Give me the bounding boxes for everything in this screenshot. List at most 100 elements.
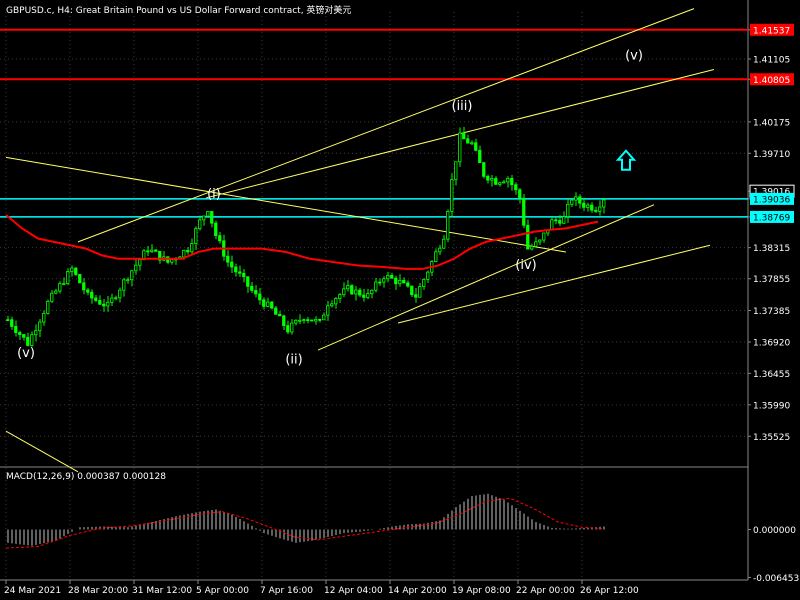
price-chart[interactable]: (v) (i) (ii) (iii) (iv) (v) 1.41537 1.41105 1.4… <box>0 0 800 600</box>
price-tick-label: 1.39710 <box>753 150 790 160</box>
candle-body <box>26 336 30 346</box>
candle-body <box>334 298 338 305</box>
candle-body <box>366 293 370 298</box>
time-tick-label: 7 Apr 16:00 <box>260 586 313 596</box>
candle-body <box>90 291 94 299</box>
candle-body <box>238 271 242 274</box>
candle-body <box>458 132 462 163</box>
candle-body <box>470 142 474 145</box>
wave-label: (iv) <box>515 258 536 273</box>
candle-body <box>322 314 326 321</box>
candle-body <box>374 281 378 291</box>
candle-body <box>62 283 66 286</box>
candle-body <box>110 297 114 303</box>
wave-label: (iii) <box>452 99 473 114</box>
time-tick-label: 26 Apr 12:00 <box>580 586 639 596</box>
candle-body <box>462 132 466 140</box>
candle-body <box>402 279 406 284</box>
candle-body <box>530 246 534 250</box>
candle-body <box>206 211 210 217</box>
macd-tick-label: -0.006453 <box>753 574 799 584</box>
candle-body <box>514 184 518 191</box>
candle-body <box>306 319 310 322</box>
candle-body <box>378 281 382 284</box>
candle-body <box>258 293 262 301</box>
candle-body <box>202 215 206 221</box>
candle-body <box>578 196 582 204</box>
candle-body <box>42 312 46 323</box>
candle-body <box>574 196 578 201</box>
candle-body <box>302 319 306 322</box>
candle-body <box>282 315 286 327</box>
candle-body <box>78 274 82 284</box>
candle-body <box>418 286 422 298</box>
candle-body <box>218 235 222 242</box>
candle-body <box>254 290 258 295</box>
candle-body <box>354 289 358 295</box>
candle-body <box>22 334 26 338</box>
candle-body <box>198 219 202 230</box>
candle-body <box>330 303 334 307</box>
candle-body <box>86 289 90 293</box>
candle-body <box>474 142 478 151</box>
candle-body <box>210 211 214 224</box>
candle-body <box>214 222 218 237</box>
candle-body <box>478 149 482 164</box>
candle-body <box>10 319 14 327</box>
candle-body <box>554 219 558 222</box>
candle-body <box>122 279 126 291</box>
candle-body <box>526 224 530 250</box>
candle-body <box>182 249 186 258</box>
price-tick-label: 1.41537 <box>753 26 790 36</box>
candle-body <box>234 266 238 273</box>
price-tick-label: 1.35990 <box>753 401 790 411</box>
candle-body <box>66 271 70 285</box>
candle-body <box>58 283 62 292</box>
price-tick-label: 1.38315 <box>753 244 790 254</box>
candle-body <box>498 182 502 185</box>
time-tick-label: 12 Apr 04:00 <box>324 586 383 596</box>
time-tick-label: 19 Apr 08:00 <box>452 586 511 596</box>
candle-body <box>286 325 290 333</box>
candle-body <box>422 278 426 287</box>
candle-body <box>38 321 42 332</box>
time-tick-label: 5 Apr 00:00 <box>196 586 249 596</box>
candle-body <box>522 197 526 226</box>
candle-body <box>598 206 602 212</box>
candle-body <box>490 178 494 181</box>
candle-body <box>442 238 446 249</box>
candle-body <box>582 202 586 208</box>
candle-body <box>502 181 506 184</box>
candle-body <box>18 332 22 335</box>
candle-body <box>434 251 438 263</box>
candle-body <box>126 279 130 282</box>
candle-body <box>30 334 34 346</box>
candle-body <box>494 178 498 185</box>
candle-body <box>362 294 366 298</box>
time-tick-label: 14 Apr 20:00 <box>388 586 447 596</box>
macd-tick-label: 0.000000 <box>753 526 796 536</box>
candle-body <box>382 278 386 283</box>
candle-body <box>246 276 250 287</box>
candle-body <box>318 318 322 321</box>
candle-body <box>170 259 174 263</box>
candle-body <box>46 300 50 314</box>
candle-body <box>426 271 430 280</box>
candle-body <box>94 297 98 301</box>
candle-body <box>466 138 470 144</box>
candle-body <box>586 204 590 208</box>
candle-body <box>350 285 354 295</box>
price-tick-label: 1.40175 <box>753 118 790 128</box>
candle-body <box>510 177 514 186</box>
candle-body <box>6 319 10 322</box>
price-tick-label: 1.37855 <box>753 275 790 285</box>
candle-body <box>358 289 362 296</box>
wave-label: (v) <box>625 48 643 63</box>
time-tick-label: 31 Mar 12:00 <box>132 586 192 596</box>
candle-body <box>102 303 106 307</box>
candle-body <box>50 292 54 302</box>
candle-body <box>74 267 78 275</box>
time-tick-label: 22 Apr 00:00 <box>516 586 575 596</box>
price-tick-label: 1.35525 <box>753 433 790 443</box>
candle-body <box>130 270 134 281</box>
